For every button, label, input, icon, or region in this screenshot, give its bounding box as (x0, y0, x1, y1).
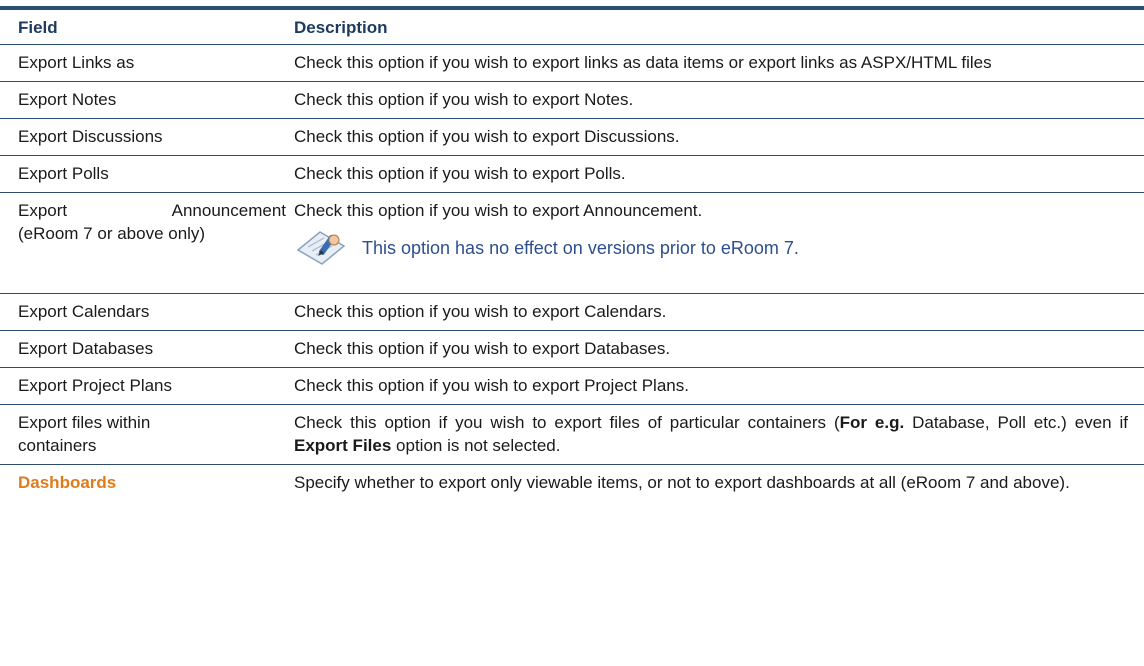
note-callout: This option has no effect on versions pr… (294, 228, 1128, 268)
field-name: Export files within containers (18, 413, 151, 455)
note-pencil-icon (296, 231, 346, 265)
field-name: Export Discussions (18, 127, 163, 146)
note-text: This option has no effect on versions pr… (362, 237, 799, 258)
field-name: Export Links as (18, 53, 135, 72)
field-description: Check this option if you wish to export … (294, 193, 1144, 293)
field-description: Check this option if you wish to export … (294, 302, 667, 321)
fields-table: Field Description Export Links as Check … (0, 6, 1144, 501)
table-row: Dashboards Specify whether to export onl… (0, 465, 1144, 501)
field-description: Specify whether to export only viewable … (294, 473, 1070, 492)
desc-text: option is not selected. (391, 436, 561, 455)
table-header: Field Description (0, 10, 1144, 45)
field-description: Check this option if you wish to export … (294, 339, 671, 358)
field-description-text: Check this option if you wish to export … (294, 201, 703, 220)
table-row: Export Project Plans Check this option i… (0, 368, 1144, 405)
desc-text: Check this option if you wish to export … (294, 413, 840, 432)
field-description: Check this option if you wish to export … (294, 164, 626, 183)
field-description: Check this option if you wish to export … (294, 90, 634, 109)
header-field: Field (18, 18, 58, 37)
table-row: Export Notes Check this option if you wi… (0, 82, 1144, 119)
table-row: Export Polls Check this option if you wi… (0, 156, 1144, 193)
table-row: Export Announcement (eRoom 7 or above on… (0, 193, 1144, 294)
table-row: Export files within containers Check thi… (0, 405, 1144, 465)
desc-text: Database, Poll etc.) even if (904, 413, 1128, 432)
field-description: Check this option if you wish to export … (294, 53, 992, 72)
table-row: Export Links as Check this option if you… (0, 45, 1144, 82)
field-name: Export Databases (18, 339, 154, 358)
field-description: Check this option if you wish to export … (294, 376, 689, 395)
desc-bold: For e.g. (839, 413, 905, 432)
field-name: Export Notes (18, 90, 117, 109)
field-name: Dashboards (18, 473, 117, 492)
table-row: Export Databases Check this option if yo… (0, 331, 1144, 368)
field-name: Export Announcement (eRoom 7 or above on… (0, 193, 294, 293)
field-name-line1: Export Announcement (18, 201, 286, 220)
field-name: Export Calendars (18, 302, 150, 321)
field-description: Check this option if you wish to export … (294, 127, 680, 146)
field-name: Export Project Plans (18, 376, 173, 395)
field-name-line2: (eRoom 7 or above only) (18, 224, 206, 243)
header-description: Description (294, 18, 388, 37)
table-row: Export Discussions Check this option if … (0, 119, 1144, 156)
field-description: Check this option if you wish to export … (294, 405, 1144, 464)
desc-bold: Export Files (294, 436, 392, 455)
field-name: Export Polls (18, 164, 109, 183)
table-row: Export Calendars Check this option if yo… (0, 294, 1144, 331)
